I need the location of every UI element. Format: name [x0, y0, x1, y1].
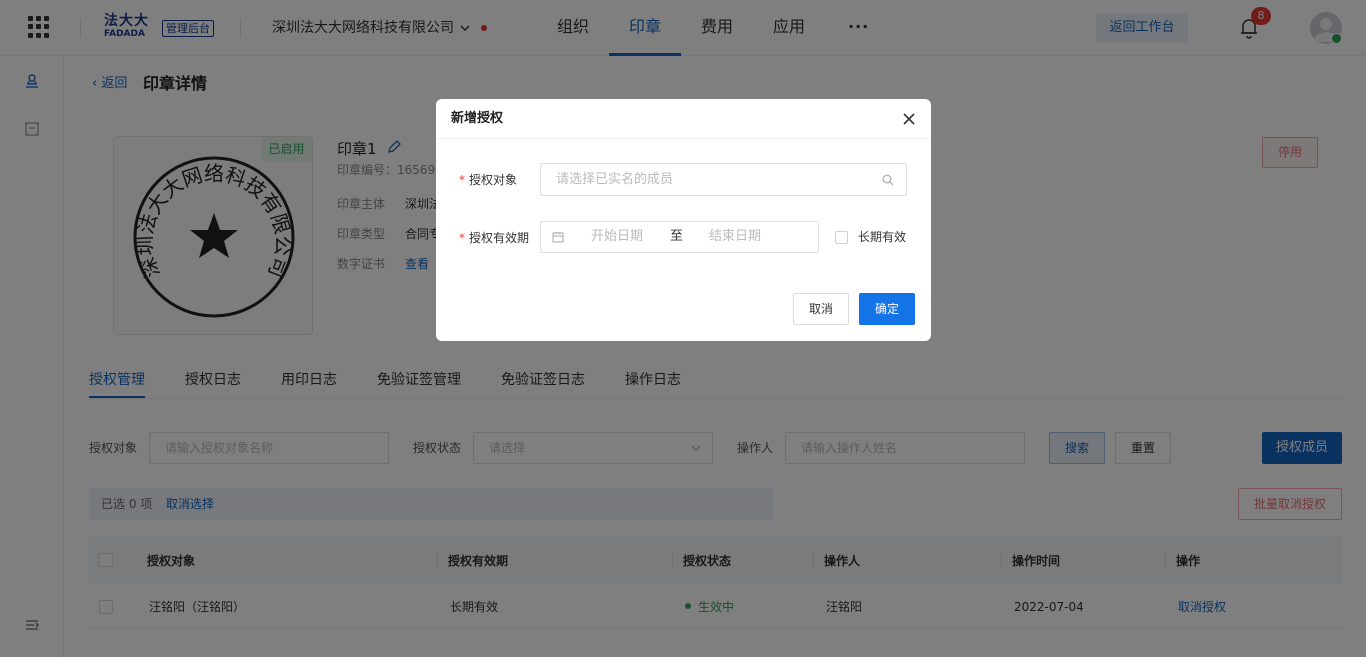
- close-icon[interactable]: [902, 112, 916, 126]
- auth-target-label: * 授权对象: [459, 173, 518, 187]
- long-term-checkbox[interactable]: [835, 231, 848, 244]
- cancel-button[interactable]: 取消: [793, 293, 849, 325]
- dialog-divider: [436, 138, 931, 139]
- confirm-button[interactable]: 确定: [859, 293, 915, 325]
- auth-validity-label: * 授权有效期: [459, 231, 530, 245]
- start-date-input[interactable]: 开始日期: [591, 229, 643, 245]
- auth-target-input[interactable]: 请选择已实名的成员: [540, 163, 907, 196]
- long-term-label[interactable]: 长期有效: [858, 229, 906, 245]
- range-separator: 至: [670, 229, 684, 244]
- dialog-title: 新增授权: [451, 111, 504, 126]
- auth-validity-label-text: 授权有效期: [469, 231, 530, 245]
- calendar-icon: [552, 232, 564, 243]
- auth-target-label-text: 授权对象: [469, 173, 518, 187]
- search-icon: [882, 174, 894, 186]
- add-authorization-dialog: 新增授权 * 授权对象 请选择已实名的成员 * 授权有效期 开始日期 至 结束日期 …: [436, 99, 931, 341]
- end-date-input[interactable]: 结束日期: [709, 229, 761, 245]
